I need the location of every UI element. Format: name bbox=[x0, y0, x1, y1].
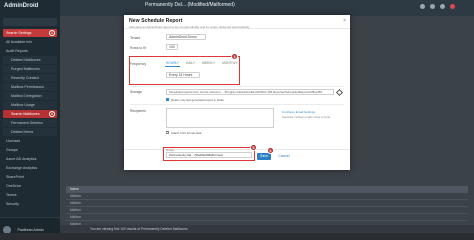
modal-header: New Schedule Report Schedule an AdminDro… bbox=[124, 15, 350, 29]
tenant-label: Tenant bbox=[130, 36, 141, 40]
recipients-label: Recipients bbox=[130, 109, 146, 113]
configure-email-link[interactable]: Configure Email Settings bbox=[282, 110, 315, 114]
tab-weekly[interactable]: WEEKLY bbox=[201, 61, 216, 67]
sidebar-item[interactable]: Azure AD Analytics bbox=[3, 155, 57, 163]
sidebar-item[interactable]: Exchange Analytics bbox=[3, 164, 57, 172]
attach-csv-checkbox[interactable] bbox=[166, 131, 169, 134]
sidebar-subitem[interactable]: Mailbox Usage bbox=[3, 101, 57, 109]
bell-icon[interactable] bbox=[420, 4, 425, 9]
tab-daily[interactable]: DAILY bbox=[185, 61, 196, 67]
profile-icon[interactable] bbox=[450, 4, 455, 9]
sidebar-item[interactable]: Security bbox=[3, 200, 57, 208]
retain-checkbox[interactable] bbox=[166, 98, 169, 101]
table-row[interactable]: Mailbox bbox=[66, 193, 468, 200]
recipients-hint: Separate multiple emails using comma bbox=[282, 115, 331, 119]
frequency-tabs: HOURLY DAILY WEEKLY MONTHLY bbox=[165, 61, 238, 67]
sidebar-item[interactable]: All Available Info bbox=[3, 38, 57, 46]
settings-icon[interactable] bbox=[440, 4, 445, 9]
avatar bbox=[3, 225, 11, 233]
user-name: Pavithran Admin bbox=[17, 227, 44, 232]
rows-select[interactable]: 100 bbox=[166, 44, 178, 50]
tenant-select[interactable]: AdminDroid Demo bbox=[166, 34, 206, 40]
sidebar-item[interactable]: Licenses bbox=[3, 137, 57, 145]
modal-title: New Schedule Report bbox=[129, 18, 183, 24]
sidebar-item[interactable]: SharePoint bbox=[3, 173, 57, 181]
sidebar-search-input[interactable] bbox=[3, 18, 57, 26]
top-bar: Permanently Del... (Modified/Malformed) bbox=[60, 0, 474, 16]
sidebar-item-label: Search Settings bbox=[6, 31, 32, 35]
sidebar-subitem[interactable]: Mailbox Permissions bbox=[3, 83, 57, 91]
sidebar-subitem[interactable]: Mailbox Delegation bbox=[3, 92, 57, 100]
app-window: AdminDroid Search Settings 1 All Availab… bbox=[0, 0, 474, 233]
sidebar-item[interactable]: Groups bbox=[3, 146, 57, 154]
sidebar-user[interactable]: Pavithran Admin bbox=[0, 217, 60, 233]
sidebar-subitem[interactable]: Permanent Deletion bbox=[3, 119, 57, 127]
sidebar-item-search-mailboxes[interactable]: Search Mailboxes 2 bbox=[3, 110, 57, 118]
divider bbox=[130, 104, 344, 105]
retain-checkbox-label: Retain only last generated report in fol… bbox=[171, 98, 225, 102]
app-logo: AdminDroid bbox=[4, 3, 39, 9]
sidebar-subitem[interactable]: Deleted Mailboxes bbox=[3, 56, 57, 64]
table-row[interactable]: Mailbox bbox=[66, 214, 468, 221]
results-footer: You are viewing first 100 results of Per… bbox=[60, 225, 474, 233]
sidebar-item[interactable]: Teams bbox=[3, 191, 57, 199]
table-row[interactable]: Mailbox bbox=[66, 207, 468, 214]
help-icon[interactable] bbox=[430, 4, 435, 9]
attach-csv-label: Attach CSV format data bbox=[171, 131, 202, 135]
page-title: Permanently Del... (Modified/Malformed) bbox=[145, 2, 235, 8]
storage-label: Storage bbox=[130, 90, 142, 94]
callout-2: 2 bbox=[49, 111, 55, 117]
sidebar: AdminDroid Search Settings 1 All Availab… bbox=[0, 0, 60, 233]
sidebar-subitem[interactable]: Deleted Items bbox=[3, 128, 57, 136]
callout-5: 5 bbox=[250, 144, 257, 151]
modal-subtitle: Schedule an AdminDroid report to be run … bbox=[129, 25, 250, 29]
frequency-select[interactable]: Every 24 Hours bbox=[166, 72, 200, 78]
frequency-label: Frequency bbox=[130, 62, 147, 66]
sidebar-item[interactable]: Audit Reports bbox=[3, 47, 57, 55]
rows-label: Rows to fit bbox=[130, 46, 146, 50]
sidebar-subitem[interactable]: Purged Mailboxes bbox=[3, 65, 57, 73]
callout-6: 6 bbox=[267, 147, 274, 154]
storage-path-input[interactable]: Scheduled reports from can be stored to … bbox=[166, 89, 334, 95]
sidebar-subitem[interactable]: Recently Created bbox=[3, 74, 57, 82]
callout-3: 3 bbox=[231, 53, 238, 60]
cancel-button[interactable]: Cancel bbox=[276, 153, 292, 160]
report-table: Name Mailbox Mailbox Mailbox Mailbox Mai… bbox=[66, 186, 468, 228]
tab-hourly[interactable]: HOURLY bbox=[165, 61, 181, 67]
schedule-report-modal: New Schedule Report Schedule an AdminDro… bbox=[124, 15, 350, 170]
sidebar-item-label: Search Mailboxes bbox=[11, 112, 40, 116]
table-row[interactable]: Mailbox bbox=[66, 200, 468, 207]
sidebar-item-search-settings[interactable]: Search Settings 1 bbox=[3, 29, 57, 37]
save-button[interactable]: Save bbox=[257, 153, 271, 160]
tab-monthly[interactable]: MONTHLY bbox=[221, 61, 238, 67]
recipients-input[interactable] bbox=[166, 108, 274, 128]
sidebar-item[interactable]: OneDrive bbox=[3, 182, 57, 190]
close-icon[interactable]: × bbox=[343, 18, 346, 24]
callout-1: 1 bbox=[49, 30, 55, 36]
edit-icon[interactable] bbox=[335, 88, 344, 97]
table-header: Name bbox=[66, 186, 468, 193]
report-name-input[interactable]: Permanently Del... (Modified/Malformed) bbox=[166, 152, 252, 158]
top-icons bbox=[420, 4, 470, 9]
divider bbox=[130, 86, 344, 87]
